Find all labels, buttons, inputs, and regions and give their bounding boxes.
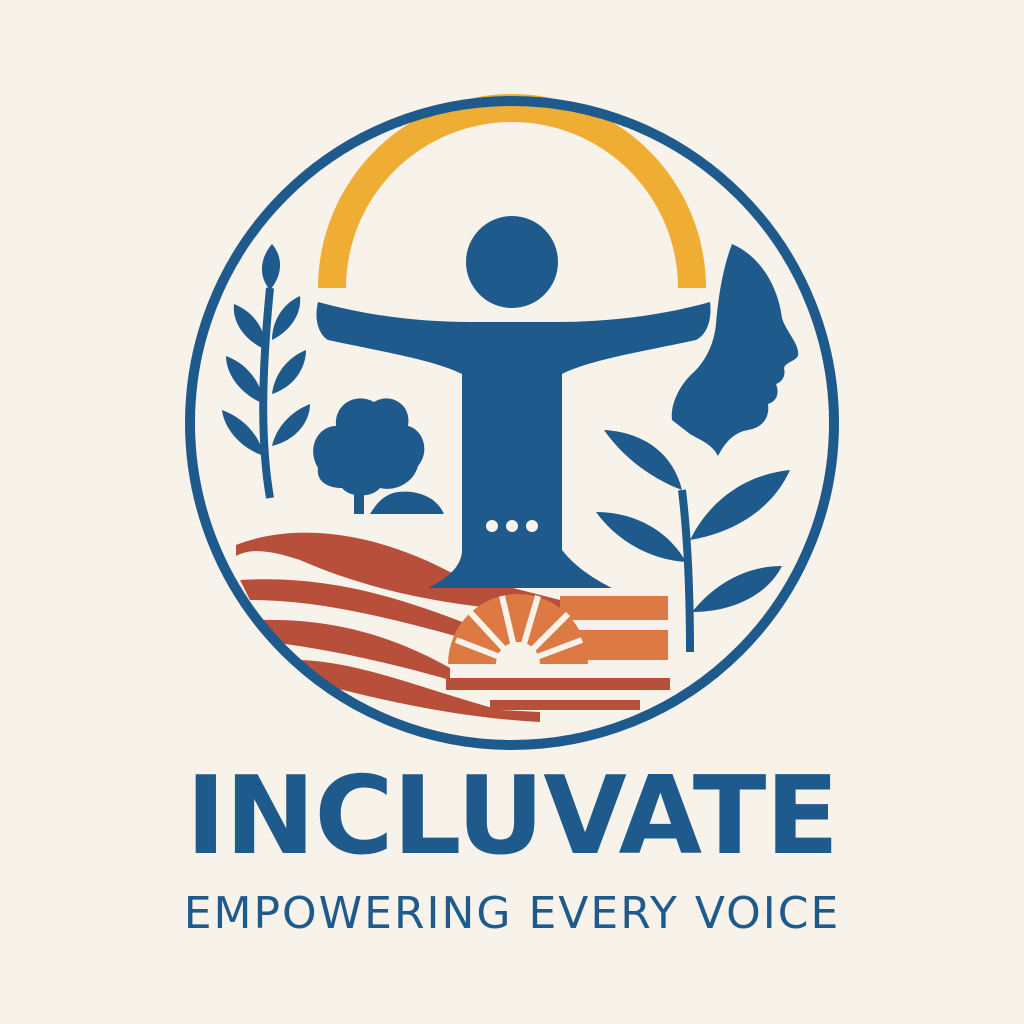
logo-page: INCLUVATE EMPOWERING EVERY VOICE (0, 0, 1024, 1024)
brand-name: INCLUVATE (185, 754, 839, 879)
field-stripes-icon (236, 532, 670, 722)
logo-emblem (185, 94, 839, 750)
tree-icon (313, 398, 444, 514)
tagline: EMPOWERING EVERY VOICE (183, 888, 841, 939)
leaf-sprig-icon (222, 244, 310, 499)
